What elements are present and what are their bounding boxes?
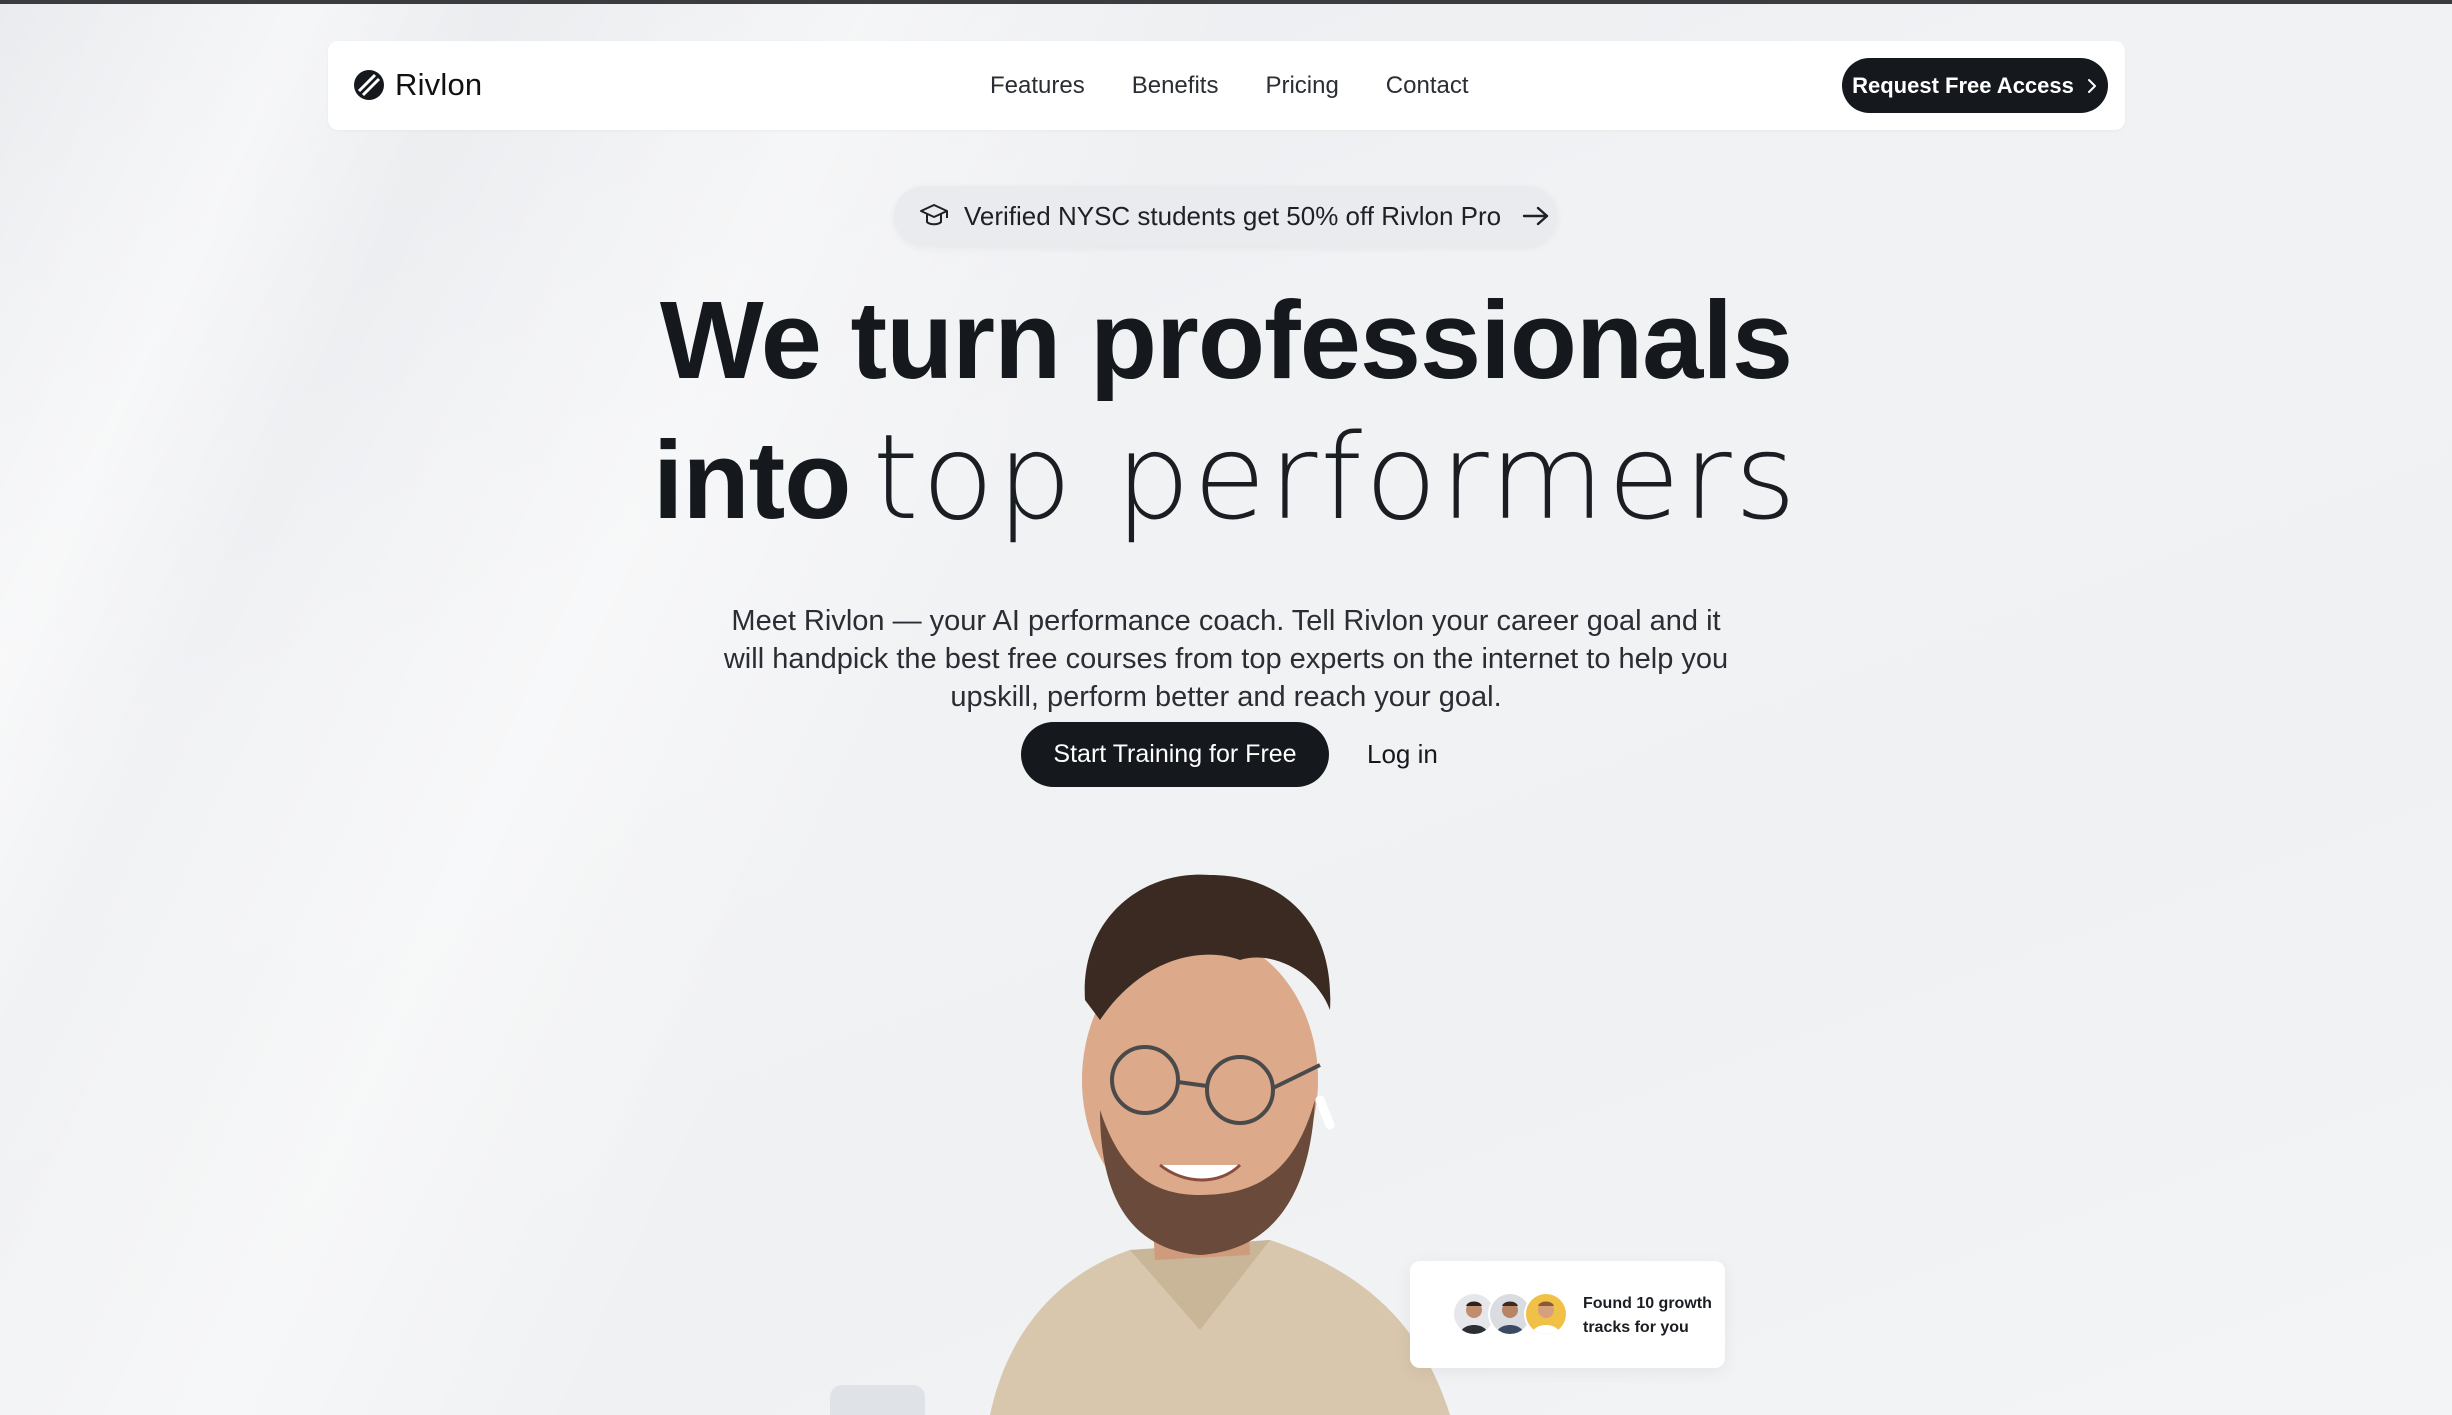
graduation-cap-icon — [920, 204, 948, 226]
nav-link-features[interactable]: Features — [990, 72, 1085, 100]
window-top-border — [0, 0, 2452, 4]
promo-text: Verified NYSC students get 50% off Rivlo… — [964, 200, 1502, 231]
hero-headline-light: top performers — [872, 408, 1800, 546]
top-navbar: Rivlon Features Benefits Pricing Contact… — [328, 41, 2125, 130]
growth-tracks-text: Found 10 growth tracks for you — [1583, 1295, 1712, 1336]
hero-headline-line1: We turn professionals — [659, 279, 1793, 402]
nav-link-pricing[interactable]: Pricing — [1265, 72, 1338, 100]
avatar-group — [1452, 1292, 1568, 1336]
brand-name: Rivlon — [395, 67, 483, 102]
hero-cta-row: Start Training for Free Log in — [1021, 722, 1446, 787]
hero-description: Meet Rivlon — your AI performance coach.… — [723, 605, 1729, 713]
nav-links: Features Benefits Pricing Contact — [990, 41, 1469, 130]
hero-headline-bold: into — [652, 419, 852, 542]
login-link[interactable]: Log in — [1359, 739, 1446, 770]
brand-logo[interactable]: Rivlon — [353, 63, 482, 107]
nav-link-contact[interactable]: Contact — [1386, 72, 1469, 100]
arrow-right-icon — [1522, 206, 1549, 226]
growth-tracks-card: Found 10 growth tracks for you — [1410, 1261, 1725, 1368]
avatar — [1524, 1292, 1568, 1336]
promo-banner[interactable]: Verified NYSC students get 50% off Rivlo… — [894, 186, 1557, 246]
chevron-right-icon — [2087, 78, 2096, 93]
request-free-access-button[interactable]: Request Free Access — [1842, 58, 2108, 113]
nav-link-benefits[interactable]: Benefits — [1132, 72, 1219, 100]
start-training-button[interactable]: Start Training for Free — [1021, 722, 1329, 787]
request-free-access-label: Request Free Access — [1852, 72, 2074, 98]
hero-headline-line2: into top performers — [0, 412, 2452, 579]
logo-mark-icon — [354, 70, 384, 100]
